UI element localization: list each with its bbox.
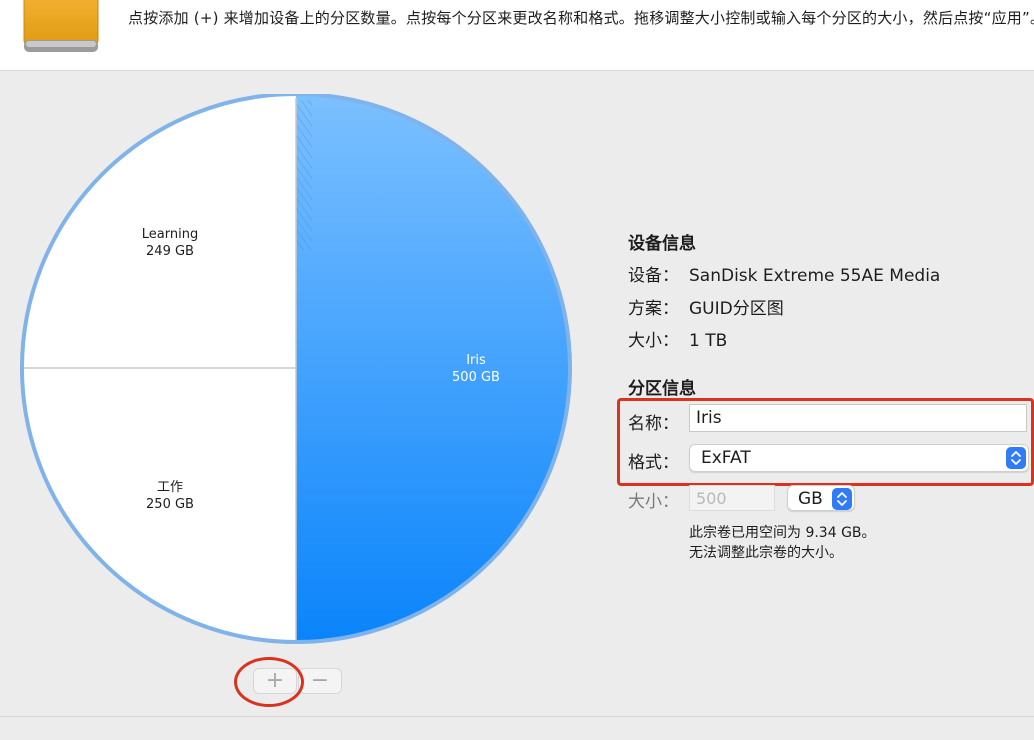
partition-label-work: 工作 250 GB bbox=[146, 479, 194, 513]
device-row: 设备： SanDisk Extreme 55AE Media bbox=[628, 261, 940, 286]
scheme-label: 方案： bbox=[628, 299, 679, 319]
device-info-title: 设备信息 bbox=[628, 234, 696, 254]
device-label: 设备： bbox=[628, 266, 679, 286]
device-size-row: 大小： 1 TB bbox=[628, 326, 727, 351]
name-label: 名称： bbox=[628, 414, 679, 434]
partition-size: 250 GB bbox=[146, 497, 194, 512]
format-select[interactable]: ExFAT bbox=[689, 444, 1029, 472]
resize-note: 无法调整此宗卷的大小。 bbox=[689, 545, 843, 561]
partition-name: Learning bbox=[141, 227, 199, 242]
scheme-value: GUID分区图 bbox=[689, 299, 784, 319]
size-unit-value: GB bbox=[798, 489, 823, 509]
instruction-text: 点按添加 (+) 来增加设备上的分区数量。点按每个分区来更改名称和格式。拖移调整… bbox=[128, 9, 1034, 27]
chevron-up-down-icon bbox=[1006, 447, 1026, 469]
partition-size-label: 大小： bbox=[628, 492, 679, 512]
partition-slice-iris[interactable] bbox=[296, 94, 570, 642]
partition-label-iris: Iris 500 GB bbox=[452, 352, 500, 386]
add-partition-button[interactable]: + bbox=[253, 668, 297, 694]
device-size-label: 大小： bbox=[628, 331, 679, 351]
external-drive-icon bbox=[23, 0, 99, 52]
partition-name: Iris bbox=[466, 353, 486, 368]
device-size-value: 1 TB bbox=[689, 331, 728, 351]
partition-label-learning: Learning 249 GB bbox=[142, 226, 198, 260]
partition-size-input[interactable] bbox=[689, 485, 775, 511]
partition-size: 500 GB bbox=[452, 370, 500, 385]
partition-name-input[interactable] bbox=[689, 404, 1027, 432]
remove-partition-button[interactable]: − bbox=[298, 668, 342, 694]
header-bar: 点按添加 (+) 来增加设备上的分区数量。点按每个分区来更改名称和格式。拖移调整… bbox=[0, 0, 1034, 71]
partition-name: 工作 bbox=[156, 480, 183, 495]
format-label: 格式： bbox=[628, 453, 679, 473]
format-value: ExFAT bbox=[701, 448, 751, 468]
footer-divider bbox=[0, 716, 1034, 717]
partition-info-title: 分区信息 bbox=[628, 379, 696, 399]
chevron-up-down-icon bbox=[832, 488, 852, 510]
scheme-row: 方案： GUID分区图 bbox=[628, 294, 784, 319]
size-unit-select[interactable]: GB bbox=[787, 485, 855, 511]
device-value: SanDisk Extreme 55AE Media bbox=[689, 266, 941, 286]
used-space-hatch bbox=[296, 100, 312, 250]
used-space-note: 此宗卷已用空间为 9.34 GB。 bbox=[689, 525, 876, 541]
partition-size: 249 GB bbox=[146, 244, 194, 259]
